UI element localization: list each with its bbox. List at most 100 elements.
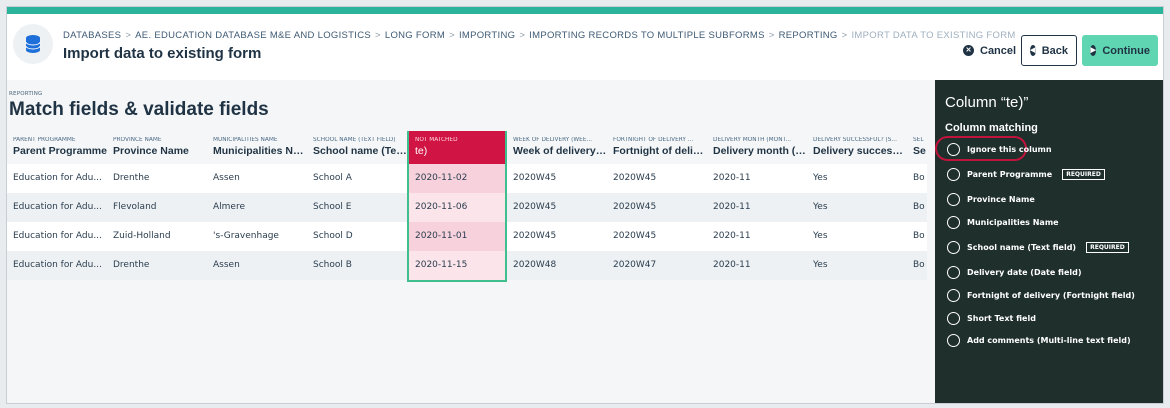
column-header-not-matched[interactable]: NOT MATCHED te) (409, 131, 505, 164)
option-label: Delivery date (Date field) (967, 267, 1082, 277)
cancel-button[interactable]: ✕ Cancel (955, 35, 1024, 66)
column-header-label: Province Name (113, 145, 189, 157)
table-cell: 2020-11-15 (409, 251, 505, 280)
column-header[interactable]: SCHOOL NAME (TEXT FIELD) School name (Tex… (307, 131, 407, 164)
app-window: DATABASES > AE. EDUCATION DATABASE M&E AND… (6, 6, 1164, 404)
option-label: Municipalities Name (967, 217, 1059, 227)
section-tag: REPORTING (9, 91, 43, 97)
radio-button[interactable] (947, 167, 960, 181)
option-school-name[interactable]: School name (Text field) REQUIRED (947, 239, 1129, 255)
breadcrumb-item-subforms[interactable]: IMPORTING RECORDS TO MULTIPLE SUBFORMS (529, 30, 765, 41)
column-header[interactable]: MUNICIPALITIES NAME Municipalities Name (207, 131, 307, 164)
option-ignore-column[interactable]: Ignore this column (947, 141, 1052, 157)
back-label: Back (1041, 44, 1068, 57)
table-column[interactable]: MUNICIPALITIES NAME Municipalities Name A… (207, 131, 307, 280)
radio-button[interactable] (947, 311, 960, 325)
breadcrumb-separator: > (519, 30, 526, 41)
breadcrumb-item-database[interactable]: AE. EDUCATION DATABASE M&E AND LOGISTICS (135, 30, 371, 41)
table-column-selected[interactable]: NOT MATCHED te) 2020-11-02 2020-11-06 202… (407, 131, 507, 282)
back-button[interactable]: ◀ Back (1021, 35, 1077, 66)
table-cell: 2020W45 (607, 164, 707, 193)
column-header-label: School name (Text ... (313, 145, 407, 157)
table-cell: 2020-11-02 (409, 164, 505, 193)
table-cell: School B (307, 251, 407, 280)
column-header-sub: DELIVERY MONTH (MONT... (713, 137, 791, 143)
column-header[interactable]: WEEK OF DELIVERY (WEE... Week of delivery… (507, 131, 607, 164)
breadcrumb-separator: > (125, 30, 132, 41)
table-cell: Yes (807, 193, 907, 222)
column-header[interactable]: DELIVERY MONTH (MONT... Delivery month (M… (707, 131, 807, 164)
breadcrumb: DATABASES > AE. EDUCATION DATABASE M&E AND… (63, 30, 1016, 41)
option-province-name[interactable]: Province Name (947, 191, 1035, 207)
column-header[interactable]: PROVINCE NAME Province Name (107, 131, 207, 164)
table-column[interactable]: DELIVERY SUCCESSFUL? (S... Delivery succe… (807, 131, 907, 280)
required-badge: REQUIRED (1062, 168, 1105, 180)
option-label: Add comments (Multi-line text field) (967, 335, 1131, 345)
table-cell: 2020-11-01 (409, 222, 505, 251)
table-cell: 2020W47 (607, 251, 707, 280)
breadcrumb-item-reporting[interactable]: REPORTING (779, 30, 838, 41)
breadcrumb-separator: > (768, 30, 775, 41)
column-header-sub: PROVINCE NAME (113, 137, 162, 143)
table-cell: 2020-11 (707, 193, 807, 222)
continue-label: Continue (1102, 44, 1150, 57)
table-column[interactable]: WEEK OF DELIVERY (WEE... Week of delivery… (507, 131, 607, 280)
column-header[interactable]: SEL Se (907, 131, 927, 164)
radio-button[interactable] (947, 215, 960, 229)
table-cell: 2020W45 (607, 222, 707, 251)
breadcrumb-separator: > (375, 30, 381, 41)
option-parent-programme[interactable]: Parent Programme REQUIRED (947, 166, 1105, 182)
top-accent-bar (7, 7, 1163, 14)
option-short-text[interactable]: Short Text field (947, 310, 1036, 326)
table-column[interactable]: DELIVERY MONTH (MONT... Delivery month (M… (707, 131, 807, 280)
option-fortnight-of-delivery[interactable]: Fortnight of delivery (Fortnight field) (947, 287, 1135, 303)
panel-title: Column “te)” (945, 94, 1029, 111)
breadcrumb-item-importing[interactable]: IMPORTING (459, 30, 515, 41)
table-cell: Bo (907, 164, 927, 193)
table-column[interactable]: SEL Se Bo Bo Bo Bo (907, 131, 927, 280)
column-header[interactable]: DELIVERY SUCCESSFUL? (S... Delivery succe… (807, 131, 907, 164)
column-header[interactable]: PARENT PROGRAMME Parent Programme (7, 131, 107, 164)
table-cell: Education for Adu... (7, 251, 107, 280)
radio-button[interactable] (947, 333, 960, 347)
table-cell: Bo (907, 193, 927, 222)
table-cell: Education for Adu... (7, 193, 107, 222)
option-municipalities-name[interactable]: Municipalities Name (947, 214, 1059, 230)
column-header-label: Delivery month (M... (713, 145, 807, 157)
continue-button[interactable]: ▶ Continue (1082, 35, 1158, 66)
column-matching-panel: Column “te)” Column matching Ignore this… (935, 80, 1163, 403)
page-title: Import data to existing form (63, 45, 262, 62)
breadcrumb-item-form[interactable]: LONG FORM (385, 30, 445, 41)
option-label: Short Text field (967, 313, 1036, 323)
table-column[interactable]: PROVINCE NAME Province Name Drenthe Flevo… (107, 131, 207, 280)
column-header-label: Parent Programme (13, 145, 107, 157)
table-cell: Bo (907, 251, 927, 280)
radio-button[interactable] (947, 192, 960, 206)
radio-button[interactable] (947, 240, 960, 254)
option-label: School name (Text field) (967, 242, 1077, 252)
table-column[interactable]: FORTNIGHT OF DELIVERY ... Fortnight of de… (607, 131, 707, 280)
radio-button[interactable] (947, 288, 960, 302)
close-icon: ✕ (963, 45, 974, 56)
arrow-right-icon: ▶ (1090, 45, 1097, 56)
table-cell: Zuid-Holland (107, 222, 207, 251)
column-header-label: Delivery successful... (813, 145, 907, 157)
radio-button[interactable] (947, 265, 960, 279)
column-header-label: Fortnight of deliver... (613, 145, 707, 157)
breadcrumb-item-databases[interactable]: DATABASES (63, 30, 121, 41)
table-cell: School E (307, 193, 407, 222)
option-add-comments[interactable]: Add comments (Multi-line text field) (947, 332, 1131, 348)
table-cell: Bo (907, 222, 927, 251)
option-label: Fortnight of delivery (Fortnight field) (967, 290, 1135, 300)
table-cell: Assen (207, 251, 307, 280)
panel-subtitle: Column matching (945, 122, 1038, 134)
column-header[interactable]: FORTNIGHT OF DELIVERY ... Fortnight of de… (607, 131, 707, 164)
option-label: Parent Programme (967, 169, 1053, 179)
table-column[interactable]: SCHOOL NAME (TEXT FIELD) School name (Tex… (307, 131, 407, 280)
breadcrumb-separator: > (841, 30, 848, 41)
table-cell: 2020W45 (507, 193, 607, 222)
option-delivery-date[interactable]: Delivery date (Date field) (947, 264, 1082, 280)
column-header-sub: SCHOOL NAME (TEXT FIELD) (313, 137, 396, 143)
table-column[interactable]: PARENT PROGRAMME Parent Programme Educati… (7, 131, 107, 280)
radio-button[interactable] (947, 142, 960, 156)
